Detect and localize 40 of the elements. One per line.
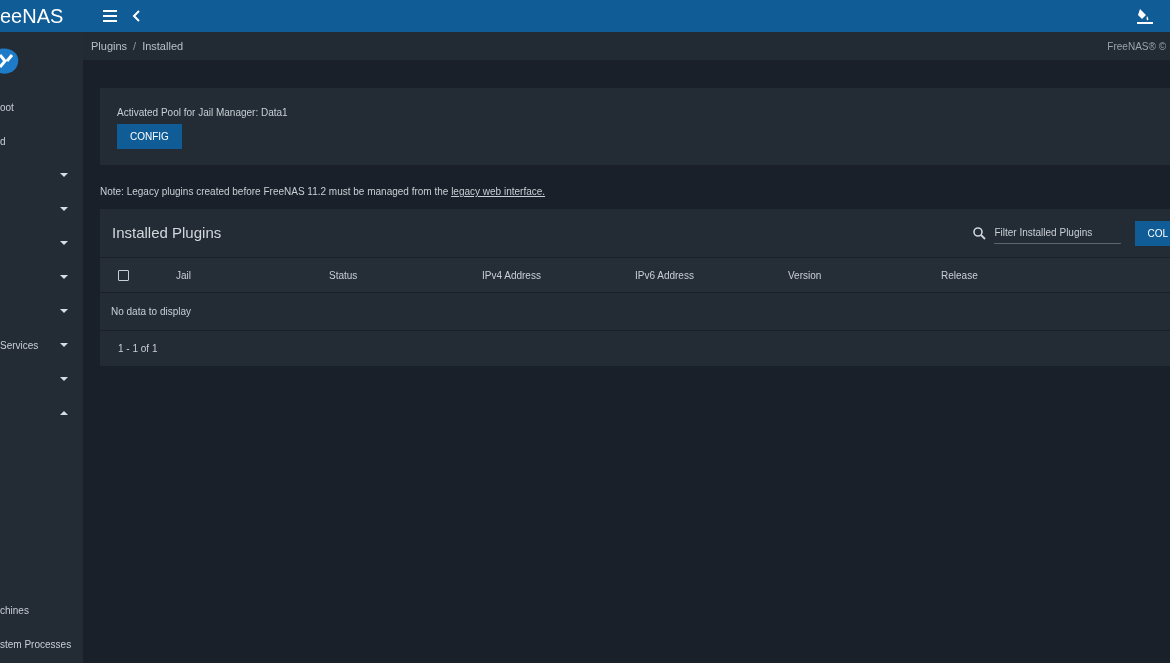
columns-button[interactable]: COL xyxy=(1135,220,1170,246)
empty-message: No data to display xyxy=(111,305,192,319)
sidebar-item[interactable]: d xyxy=(0,133,6,149)
sidebar-item[interactable]: chines xyxy=(0,602,29,618)
logo-icon xyxy=(0,47,20,75)
sidebar-item[interactable]: Services xyxy=(0,337,39,353)
sidebar-item[interactable]: stem Processes xyxy=(0,636,72,652)
checkbox[interactable] xyxy=(118,269,129,281)
filter-field[interactable]: Filter Installed Plugins xyxy=(994,222,1122,244)
menu-icon xyxy=(103,10,117,22)
copyright-text: FreeNAS® © xyxy=(1107,39,1166,54)
pool-status-text: Activated Pool for Jail Manager: Data1 xyxy=(117,106,288,120)
caret-up-icon[interactable] xyxy=(60,411,68,415)
column-header[interactable]: Jail xyxy=(176,269,191,281)
column-header[interactable]: IPv4 Address xyxy=(482,269,541,281)
column-header[interactable]: IPv6 Address xyxy=(635,269,694,281)
caret-down-icon[interactable] xyxy=(60,173,68,177)
caret-down-icon[interactable] xyxy=(60,275,68,279)
pagination-text: 1 - 1 of 1 xyxy=(118,342,158,356)
column-header[interactable]: Status xyxy=(329,269,358,281)
caret-down-icon[interactable] xyxy=(60,377,68,381)
chevron-left-icon xyxy=(132,10,140,22)
table-title: Installed Plugins xyxy=(112,222,222,243)
app-logo: eeNAS xyxy=(0,6,64,26)
column-header[interactable]: Release xyxy=(941,269,978,281)
breadcrumb-link[interactable]: Plugins xyxy=(91,37,128,55)
search-icon xyxy=(973,226,987,240)
column-header[interactable]: Version xyxy=(788,269,822,281)
breadcrumb-link[interactable]: Installed xyxy=(142,37,184,55)
caret-down-icon[interactable] xyxy=(60,207,68,211)
menu-button[interactable] xyxy=(101,7,119,25)
caret-down-icon[interactable] xyxy=(60,343,68,347)
legacy-interface-link[interactable]: legacy web interface. xyxy=(451,186,546,197)
paint-bucket-icon xyxy=(1136,7,1154,25)
caret-down-icon[interactable] xyxy=(60,309,68,313)
sidebar-item[interactable]: oot xyxy=(0,99,14,115)
legacy-note: Note: Legacy plugins created before FreeNAS 11.2 must be managed from the legacy web interface. xyxy=(100,185,547,198)
breadcrumb-separator: / xyxy=(133,38,137,54)
caret-down-icon[interactable] xyxy=(60,241,68,245)
config-button[interactable]: CONFIG xyxy=(117,124,182,149)
